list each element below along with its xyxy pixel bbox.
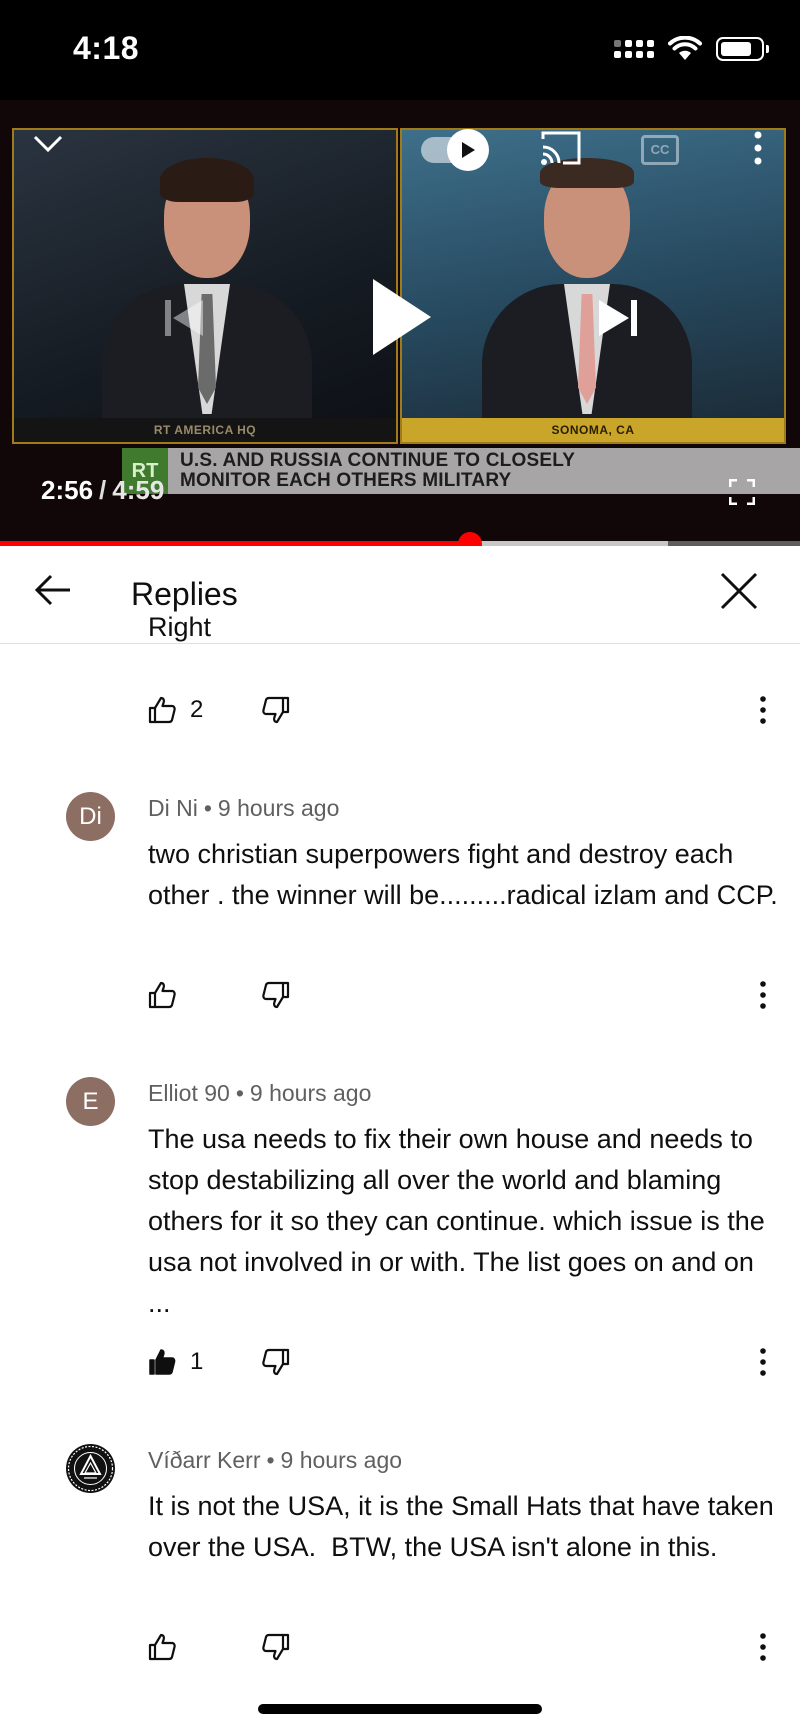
wifi-icon [668, 36, 702, 60]
comment-author[interactable]: Di Ni [148, 795, 198, 821]
dot-separator: • [235, 1080, 244, 1106]
comment-actions [148, 1627, 778, 1667]
battery-icon [716, 37, 769, 61]
autoplay-toggle[interactable] [412, 129, 490, 171]
dislike-button[interactable] [262, 690, 302, 730]
dislike-button[interactable] [262, 1627, 302, 1667]
playback-time: 2:56/4:59 [41, 475, 164, 506]
signal-icon [614, 40, 654, 58]
thumbs-down-icon [262, 981, 290, 1009]
video-feed-right: SONOMA, CA [400, 128, 786, 444]
comment-actions: 2 [148, 690, 778, 730]
time-separator: / [99, 475, 107, 505]
dislike-button[interactable] [262, 975, 302, 1015]
avatar[interactable]: E [66, 1077, 115, 1126]
video-feed-left: RT AMERICA HQ [12, 128, 398, 444]
next-video-icon[interactable] [590, 290, 646, 346]
cast-icon[interactable] [536, 126, 586, 170]
like-count: 2 [190, 696, 204, 723]
like-button[interactable] [148, 1627, 190, 1667]
like-button[interactable]: 2 [148, 690, 203, 730]
more-vertical-icon[interactable] [742, 126, 774, 170]
page-title: Replies [131, 576, 238, 612]
comment-meta: Víðarr Kerr • 9 hours ago [148, 1447, 402, 1474]
replies-header: Replies [0, 546, 800, 644]
status-time: 4:18 [73, 30, 140, 66]
comment-actions: 1 [148, 1342, 778, 1382]
news-headline-banner: RT U.S. AND RUSSIA CONTINUE TO CLOSELY M… [122, 448, 800, 494]
play-icon[interactable] [362, 272, 442, 362]
thumbs-up-icon [148, 981, 176, 1009]
runic-emblem-icon [67, 1445, 114, 1492]
comment-time: 9 hours ago [280, 1447, 403, 1473]
arrow-left-icon[interactable] [34, 574, 80, 614]
captions-icon[interactable]: CC [636, 132, 684, 168]
thumbs-up-filled-icon [149, 1349, 176, 1375]
more-vertical-icon[interactable] [748, 690, 778, 730]
avatar[interactable] [66, 1444, 115, 1493]
feed-location-label: RT AMERICA HQ [14, 418, 396, 442]
thumbs-down-icon [262, 1348, 290, 1376]
comment-time: 9 hours ago [217, 795, 340, 821]
feed-location-label: SONOMA, CA [402, 418, 784, 442]
presenter-figure [102, 144, 312, 434]
close-icon[interactable] [720, 572, 766, 618]
avatar[interactable]: Di [66, 792, 115, 841]
like-button[interactable]: 1 [148, 1342, 203, 1382]
like-count: 1 [190, 1348, 204, 1375]
video-player[interactable]: RT AMERICA HQ SONOMA, CA RT U.S. AND RUS… [0, 100, 800, 545]
comment-meta: Elliot 90 • 9 hours ago [148, 1080, 371, 1107]
dot-separator: • [203, 795, 212, 821]
status-bar: 4:18 [0, 0, 800, 100]
comment-time: 9 hours ago [249, 1080, 372, 1106]
guest-figure [482, 144, 692, 434]
headline-text: U.S. AND RUSSIA CONTINUE TO CLOSELY MONI… [180, 451, 575, 491]
comment-text-clipped: Right [148, 612, 212, 642]
comment-actions [148, 975, 778, 1015]
comment-text: It is not the USA, it is the Small Hats … [148, 1491, 782, 1562]
thumbs-up-icon [148, 1633, 176, 1661]
fullscreen-icon[interactable] [722, 472, 762, 512]
thumbs-down-icon [262, 1633, 290, 1661]
comment-author[interactable]: Víðarr Kerr [148, 1447, 260, 1473]
comment-text: two christian superpowers fight and dest… [148, 839, 778, 910]
previous-video-icon[interactable] [156, 290, 212, 346]
more-vertical-icon[interactable] [748, 975, 778, 1015]
status-icons [614, 36, 769, 62]
like-button[interactable] [148, 975, 190, 1015]
thumbs-up-icon [148, 696, 176, 724]
headline-line: MONITOR EACH OTHERS MILITARY [180, 470, 512, 491]
comment-author[interactable]: Elliot 90 [148, 1080, 230, 1106]
comment-meta: Di Ni • 9 hours ago [148, 795, 339, 822]
current-time: 2:56 [41, 475, 94, 505]
more-vertical-icon[interactable] [748, 1627, 778, 1667]
minimize-chevron-down-icon[interactable] [26, 122, 70, 166]
play-icon [447, 129, 489, 171]
dislike-button[interactable] [262, 1342, 302, 1382]
comment-text: The usa needs to fix their own house and… [148, 1124, 773, 1318]
video-duration: 4:59 [112, 475, 165, 505]
headline-line: U.S. AND RUSSIA CONTINUE TO CLOSELY [180, 450, 576, 471]
thumbs-down-icon [262, 696, 290, 724]
home-indicator[interactable] [258, 1704, 542, 1714]
dot-separator: • [266, 1447, 275, 1473]
more-vertical-icon[interactable] [748, 1342, 778, 1382]
